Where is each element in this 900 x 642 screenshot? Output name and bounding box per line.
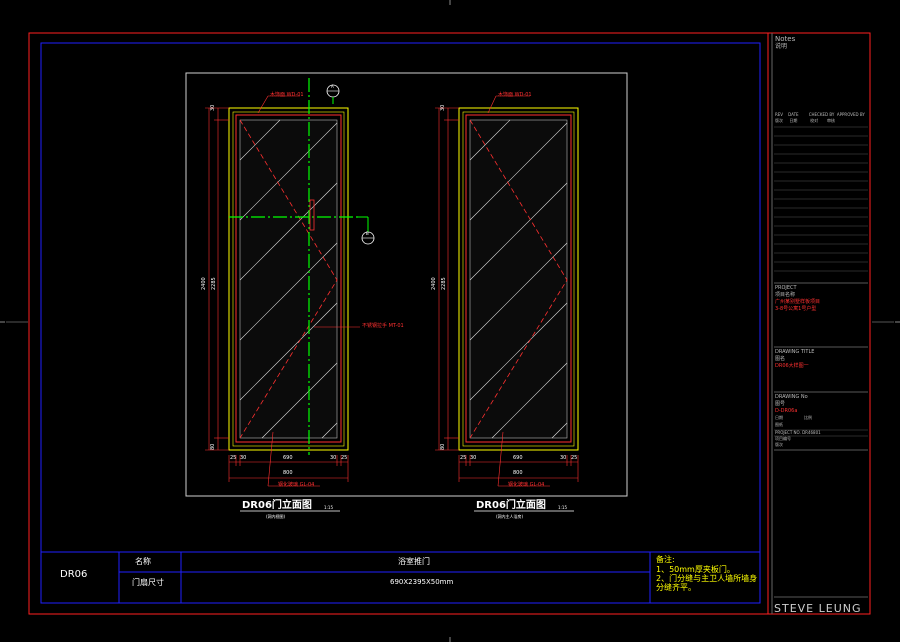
dim-left-a-right: 25 <box>460 455 467 461</box>
dim-bottom-width-left: 800 <box>283 470 293 476</box>
dim-left-a-left: 25 <box>230 455 237 461</box>
callout-glass-right: 钢化玻璃 GL-04 <box>508 482 545 488</box>
elevation-title-right: DR06门立面图 <box>476 500 546 511</box>
tb-project-no: PROJECT NO. DR46801 <box>775 430 821 435</box>
tb-small-label-2: 比例 <box>804 415 812 420</box>
tb-project-en: PROJECT <box>775 285 797 291</box>
tb-drawing-title-en: DRAWING TITLE <box>775 349 815 355</box>
schedule-size-label: 门扇尺寸 <box>132 578 164 587</box>
section-marker-b: B <box>366 231 369 236</box>
dim-total-height-right: 2400 <box>431 277 437 290</box>
dim-inner-height-right: 2285 <box>441 277 447 290</box>
dim-total-height-left: 2400 <box>201 277 207 290</box>
callout-wood-left: 木饰面 WD-01 <box>270 92 304 98</box>
tb-drawing-no-value: D-DR06a <box>775 408 798 414</box>
dim-right-a-left: 30 <box>330 455 337 461</box>
schedule-notes-title: 备注: <box>656 555 675 564</box>
callout-glass-left: 钢化玻璃 GL-04 <box>278 482 315 488</box>
tb-project-line-1: 广州某别墅样板项目 <box>775 299 821 305</box>
schedule-name-value: 浴室推门 <box>398 557 430 566</box>
tb-small-label-5: 版次 <box>775 442 783 447</box>
tb-brand-logo: STEVE LEUNG <box>774 602 862 615</box>
elevation-subtitle-left: (洞内视图) <box>266 514 286 519</box>
tb-small-label-3: 图纸 <box>775 422 783 427</box>
tb-notes-cn: 说明 <box>775 43 788 50</box>
schedule-note-3: 分缝齐平。 <box>656 583 696 592</box>
tb-rev-header: REV DATE CHECKED BY APPROVED BY <box>775 112 865 117</box>
dim-inner-height-left: 2285 <box>211 277 217 290</box>
dim-right-a-right: 30 <box>560 455 567 461</box>
tb-drawing-title-value: DR06大样图一 <box>775 363 809 369</box>
schedule-note-2: 2、门分缝与主卫人墙所墙身 <box>656 574 758 583</box>
tb-project-line-2: 3-8号公寓1号户型 <box>775 306 817 312</box>
elevation-scale-left: 1:15 <box>324 505 333 510</box>
dim-right-b-right: 25 <box>571 455 578 461</box>
callout-wood-right: 木饰面 WD-01 <box>498 92 532 98</box>
schedule-name-label: 名称 <box>135 557 151 566</box>
dim-bottom-left: 80 <box>210 443 216 450</box>
tb-notes-en: Notes <box>775 35 796 43</box>
dim-left-b-right: 30 <box>470 455 477 461</box>
dim-inner-width-left: 690 <box>283 455 293 461</box>
dim-bottom-width-right: 800 <box>513 470 523 476</box>
section-marker-a: A <box>331 84 334 89</box>
dim-bottom-right: 80 <box>440 443 446 450</box>
elevation-scale-right: 1:15 <box>558 505 567 510</box>
schedule-size-value: 690X2395X50mm <box>390 578 454 586</box>
dim-right-b-left: 25 <box>341 455 348 461</box>
elevation-subtitle-right: (洞内主人浴房) <box>496 514 524 519</box>
elevation-title-left: DR06门立面图 <box>242 500 312 511</box>
tb-drawing-no-cn: 图号 <box>775 401 786 407</box>
dim-left-b-left: 30 <box>240 455 247 461</box>
schedule-note-1: 1、50mm厚夹板门。 <box>656 565 735 574</box>
tb-drawing-no-en: DRAWING No <box>775 394 808 400</box>
tb-small-label-1: 日期 <box>775 415 783 420</box>
tb-drawing-title-cn: 图名 <box>775 356 786 362</box>
tb-rev-header-cn: 版次 日期 校对 审核 <box>775 118 835 123</box>
schedule-door-code: DR06 <box>60 569 88 580</box>
dim-inner-width-right: 690 <box>513 455 523 461</box>
callout-handle-left: 不锈钢拉手 MT-01 <box>362 323 404 329</box>
tb-project-cn: 项目名称 <box>775 292 796 298</box>
dim-top-left: 30 <box>210 104 216 111</box>
drawing-sheet <box>0 0 900 642</box>
dim-top-right: 30 <box>440 104 446 111</box>
tb-small-label-4: 项目编号 <box>775 436 791 441</box>
